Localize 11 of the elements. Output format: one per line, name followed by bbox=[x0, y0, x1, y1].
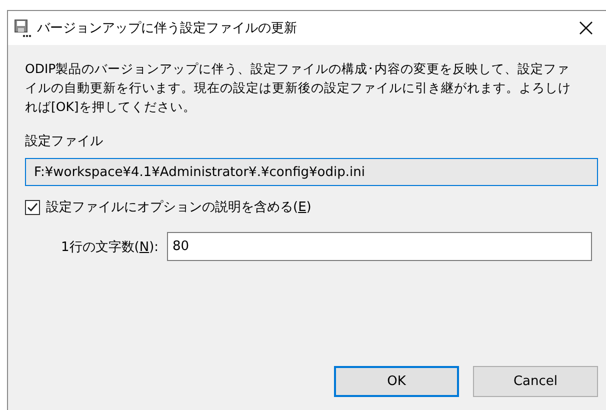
description-text: ODIP製品のバージョンアップに伴う、設定ファイルの構成･内容の変更を反映して、設定ファイルの自動更新を行います。現在の設定は更新後の設定ファイルに引き継がれます。よろしければ[OK]を押してください。 bbox=[25, 60, 572, 116]
ok-button[interactable]: OK bbox=[334, 366, 459, 397]
include-descriptions-checkbox[interactable]: 設定ファイルにオプションの説明を含める(E) bbox=[25, 198, 312, 216]
cancel-button[interactable]: Cancel bbox=[473, 366, 598, 397]
close-icon bbox=[578, 20, 594, 36]
line-width-field[interactable]: 80 bbox=[166, 232, 592, 261]
checkmark-icon bbox=[27, 202, 38, 212]
floppy-disk-icon bbox=[14, 19, 32, 37]
window-title: バージョンアップに伴う設定ファイルの更新 bbox=[37, 20, 298, 37]
field-label: 1行の文字数(N): bbox=[61, 238, 159, 256]
field-label: 設定ファイル bbox=[25, 133, 103, 150]
